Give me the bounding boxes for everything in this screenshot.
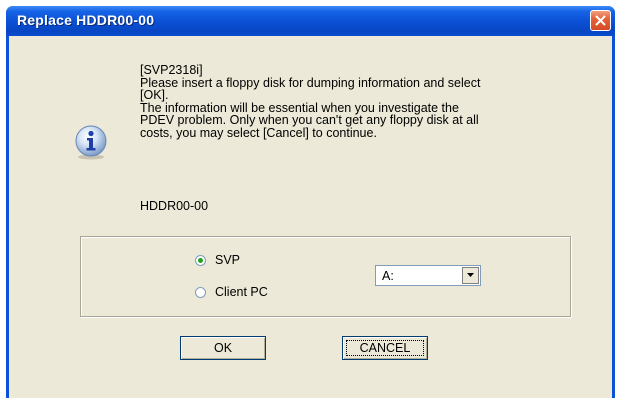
- message-line: [SVP2318i]: [140, 63, 203, 77]
- radio-svp-button[interactable]: [195, 254, 206, 266]
- drive-select[interactable]: A:: [375, 265, 481, 286]
- cancel-button[interactable]: CANCEL: [342, 336, 428, 360]
- destination-groupbox: SVP Client PC A:: [80, 236, 571, 317]
- title-bar[interactable]: Replace HDDR00-00: [6, 6, 615, 36]
- message-text: [SVP2318i] Please insert a floppy disk f…: [140, 64, 560, 139]
- drive-select-value: A:: [382, 269, 394, 283]
- radio-client-pc[interactable]: Client PC: [195, 285, 268, 299]
- radio-client-pc-label: Client PC: [215, 285, 268, 299]
- radio-svp-label: SVP: [215, 253, 241, 267]
- message-line: Please insert a floppy disk for dumping …: [140, 75, 481, 90]
- close-button[interactable]: [590, 10, 611, 31]
- message-line: PDEV problem. Only when you can't get an…: [140, 113, 479, 127]
- ok-button[interactable]: OK: [180, 336, 266, 360]
- chevron-down-icon: [467, 273, 474, 277]
- drive-select-arrow[interactable]: [462, 267, 479, 284]
- close-icon: [595, 15, 606, 26]
- device-label: HDDR00-00: [140, 199, 209, 213]
- radio-svp[interactable]: SVP: [195, 253, 240, 267]
- window-title: Replace HDDR00-00: [17, 12, 155, 28]
- dialog-window: Replace HDDR00-00 [SVP2318i] Please inse…: [6, 6, 615, 398]
- message-line: [OK].: [140, 88, 169, 102]
- radio-client-pc-button[interactable]: [195, 286, 206, 298]
- dialog-body: [SVP2318i] Please insert a floppy disk f…: [9, 36, 612, 398]
- message-line: costs, you may select [Cancel] to contin…: [140, 125, 377, 140]
- info-icon: [75, 125, 107, 160]
